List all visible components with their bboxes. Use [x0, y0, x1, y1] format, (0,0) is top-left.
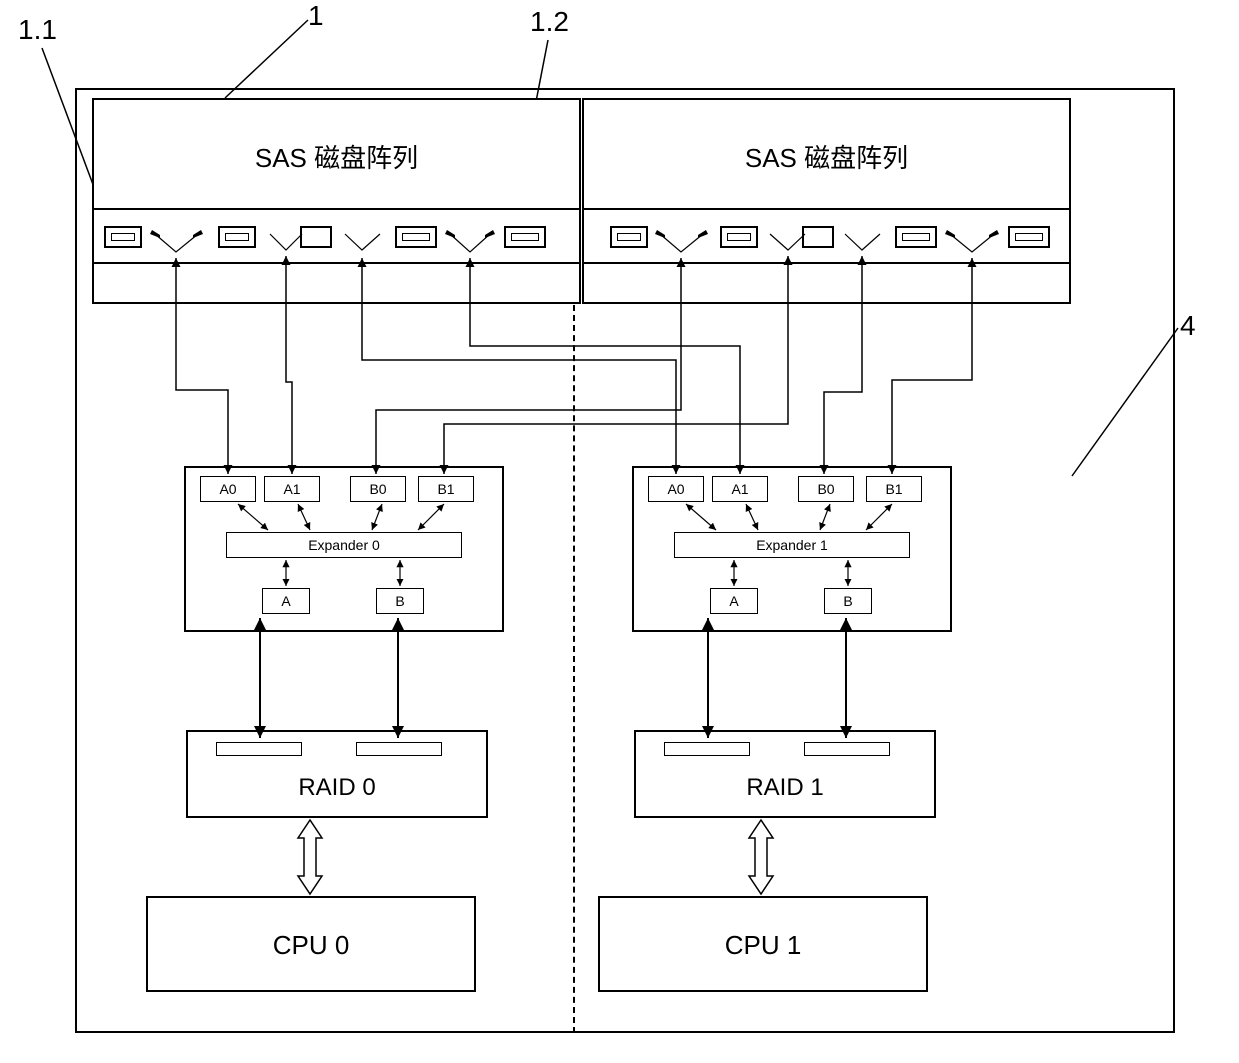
raid-r-port2 [804, 742, 890, 756]
exp-l-b: B [376, 588, 424, 614]
cpu-right: CPU 1 [598, 896, 928, 992]
exp-l-a: A [262, 588, 310, 614]
exp-r-a1: A1 [712, 476, 768, 502]
raid-l-port1 [216, 742, 302, 756]
exp-r-a: A [710, 588, 758, 614]
exp-r-b1: B1 [866, 476, 922, 502]
raid-l-port2 [356, 742, 442, 756]
port-join-arrows [0, 0, 1239, 320]
raid-left-label: RAID 0 [188, 774, 486, 802]
exp-r-a0: A0 [648, 476, 704, 502]
exp-r-b: B [824, 588, 872, 614]
exp-r-b0: B0 [798, 476, 854, 502]
cpu-right-label: CPU 1 [600, 930, 926, 961]
raid-right-label: RAID 1 [636, 774, 934, 802]
expander-left-name: Expander 0 [226, 532, 462, 558]
exp-l-a1: A1 [264, 476, 320, 502]
center-divider [573, 305, 575, 1033]
exp-l-b0: B0 [350, 476, 406, 502]
cpu-left-label: CPU 0 [148, 930, 474, 961]
raid-right: RAID 1 [634, 730, 936, 818]
exp-l-a0: A0 [200, 476, 256, 502]
raid-left: RAID 0 [186, 730, 488, 818]
raid-r-port1 [664, 742, 750, 756]
expander-right-name: Expander 1 [674, 532, 910, 558]
cpu-left: CPU 0 [146, 896, 476, 992]
exp-l-b1: B1 [418, 476, 474, 502]
